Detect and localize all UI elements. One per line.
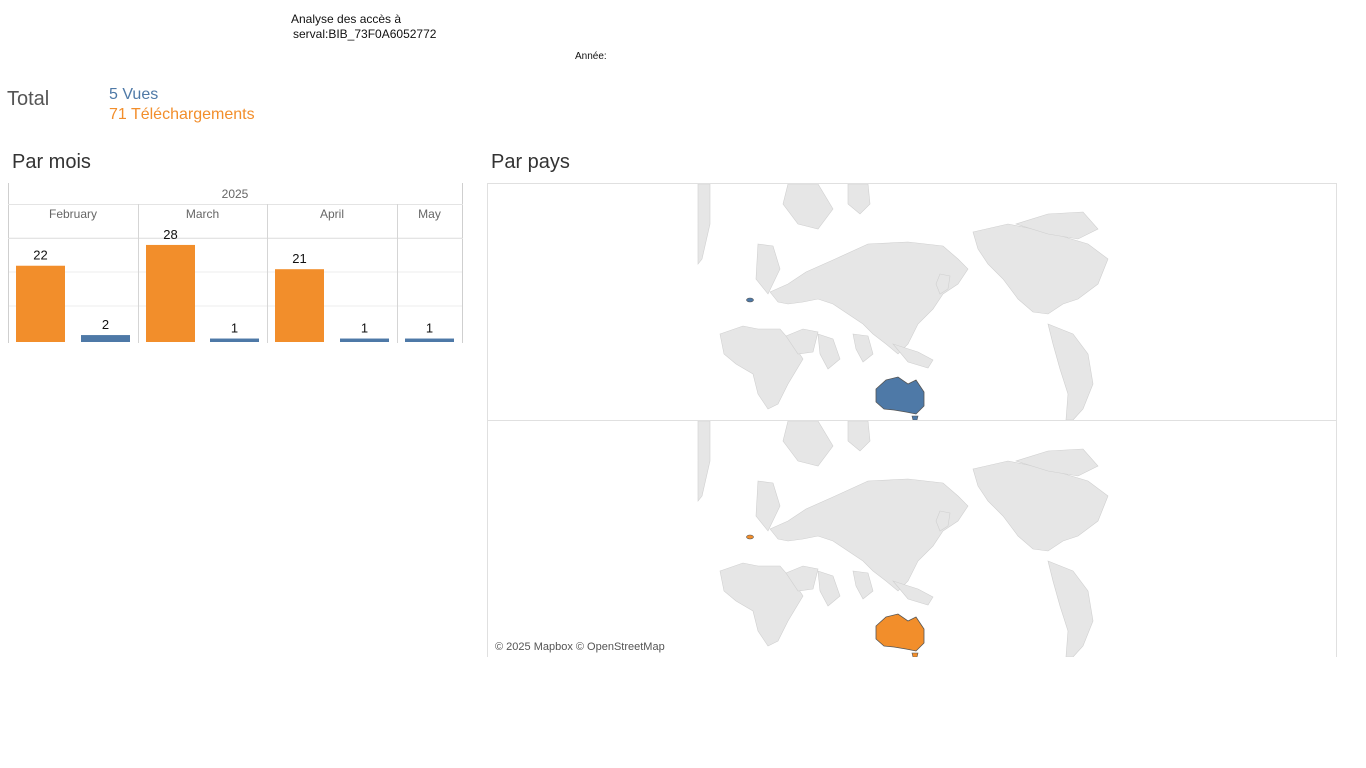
country-tasmania[interactable]: [911, 415, 919, 420]
section-title-by-country: Par pays: [491, 151, 570, 173]
dashboard-title: Analyse des accès à serval:BIB_73F0A6052…: [291, 12, 436, 42]
year-header: 2025: [222, 187, 249, 201]
downloads-bar-march[interactable]: [146, 244, 195, 342]
views-map[interactable]: [488, 184, 1336, 421]
monthly-bar-chart-svg: 2025February222March281April211May1: [8, 183, 463, 343]
total-views: 5 Vues: [109, 86, 159, 103]
views-bar-february[interactable]: [81, 335, 130, 342]
total-downloads: 71 Téléchargements: [109, 106, 255, 123]
country-switzerland[interactable]: [746, 297, 754, 303]
monthly-bar-chart: 2025 February 22 2 March 28 1 April 21 1 May 1: [8, 183, 463, 345]
views-value-february: 2: [102, 317, 109, 332]
country-tasmania[interactable]: [911, 652, 919, 657]
views-world-map[interactable]: [488, 184, 1336, 420]
views-value-may: 1: [426, 321, 433, 336]
month-label-february: February: [49, 207, 97, 221]
views-value-april: 1: [361, 321, 368, 336]
views-value-march: 1: [231, 321, 238, 336]
views-bar-april[interactable]: [340, 338, 389, 342]
month-label-april: April: [320, 207, 344, 221]
section-title-by-month: Par mois: [12, 151, 91, 173]
title-line-1: Analyse des accès à: [291, 12, 402, 26]
downloads-value-april: 21: [292, 251, 306, 266]
month-label-may: May: [418, 207, 441, 221]
year-filter-label[interactable]: Année:: [575, 51, 607, 62]
total-label: Total: [7, 88, 50, 110]
downloads-map[interactable]: [488, 421, 1336, 657]
downloads-value-february: 22: [33, 248, 47, 263]
downloads-bar-february[interactable]: [16, 265, 65, 342]
country-australia[interactable]: [875, 376, 925, 415]
country-switzerland[interactable]: [746, 534, 754, 540]
views-bar-march[interactable]: [210, 338, 259, 342]
downloads-bar-april[interactable]: [275, 269, 324, 342]
map-attribution: © 2025 Mapbox © OpenStreetMap: [495, 641, 665, 653]
month-label-march: March: [186, 207, 219, 221]
country-australia[interactable]: [875, 613, 925, 652]
downloads-value-march: 28: [163, 227, 177, 242]
title-line-2: serval:BIB_73F0A6052772: [293, 27, 437, 41]
country-maps: [487, 183, 1337, 657]
downloads-world-map[interactable]: [488, 421, 1336, 657]
views-bar-may[interactable]: [405, 338, 454, 342]
